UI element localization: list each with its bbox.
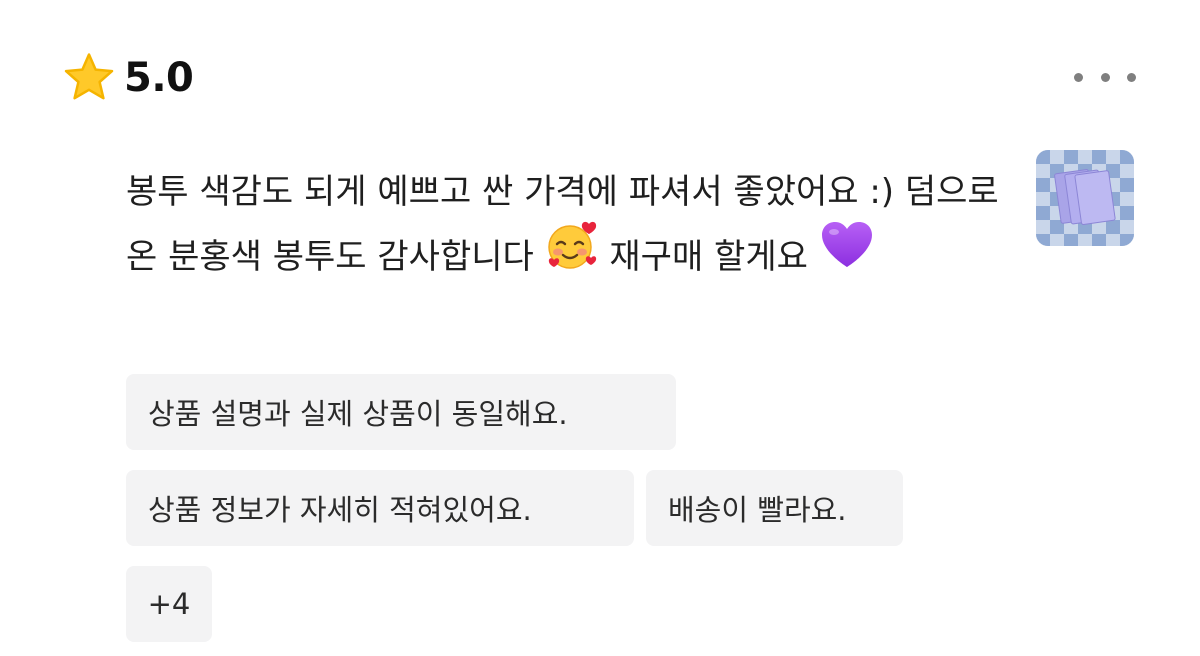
smiling-face-with-hearts-emoji <box>545 218 599 293</box>
purple-heart-emoji <box>819 220 875 291</box>
more-options-button[interactable] <box>1070 62 1140 92</box>
star-icon <box>64 53 114 100</box>
product-photo-thumbnail[interactable] <box>1036 150 1134 246</box>
review-text-part2: 재구매 할게요 <box>598 237 819 277</box>
rating-value: 5.0 <box>124 55 194 101</box>
review-tag: 상품 설명과 실제 상품이 동일해요. <box>126 374 676 450</box>
more-tags-button[interactable]: +4 <box>126 566 212 642</box>
more-horizontal-icon <box>1074 72 1083 82</box>
review-text: 봉투 색감도 되게 예쁘고 싼 가격에 파셔서 좋았어요 :) 덤으로 온 분홍… <box>126 160 1006 293</box>
rating-header: 5.0 <box>62 50 194 106</box>
review-tag: 상품 정보가 자세히 적혀있어요. <box>126 470 634 546</box>
review-tag: 배송이 빨라요. <box>646 470 903 546</box>
